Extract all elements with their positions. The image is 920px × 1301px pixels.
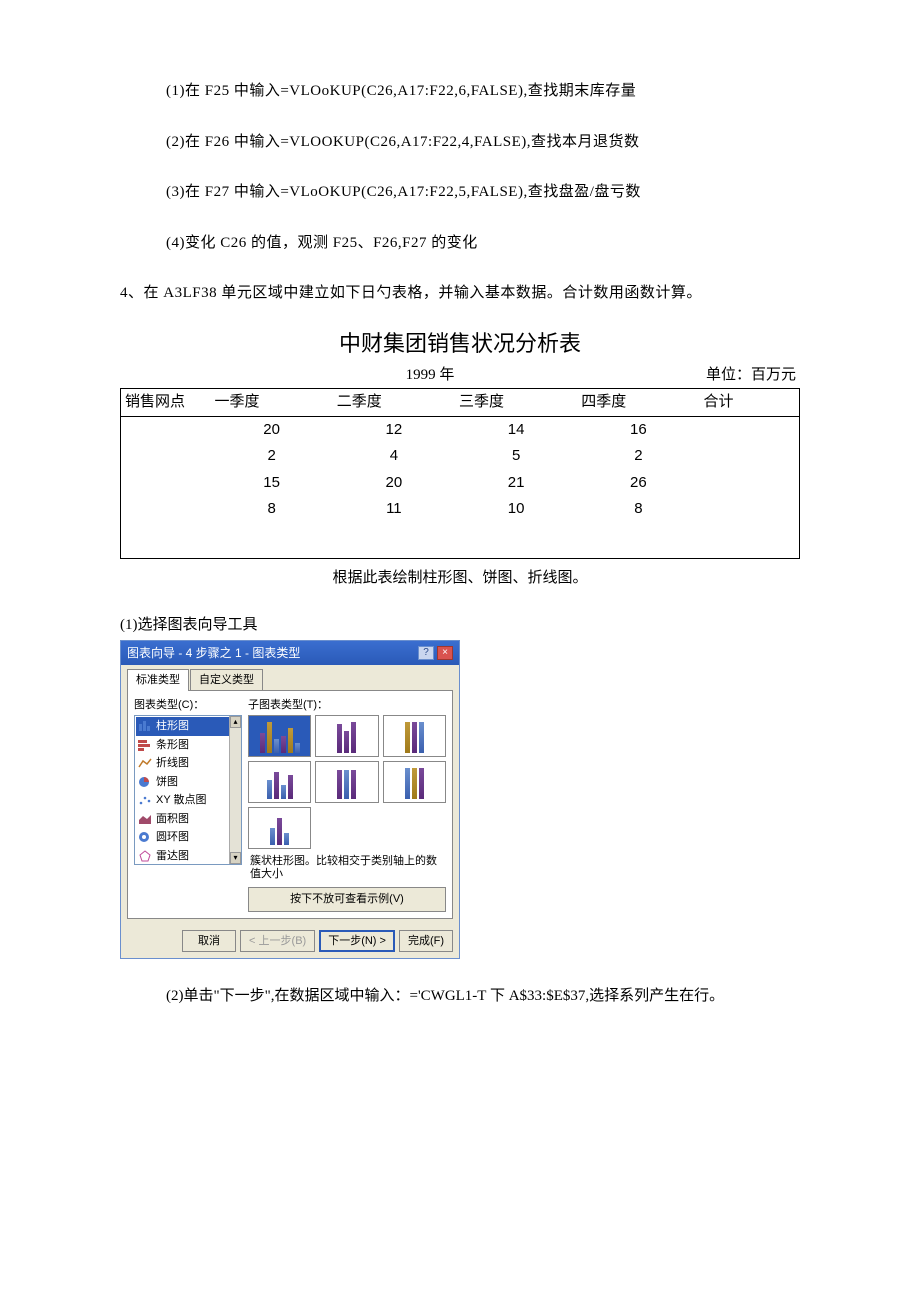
list-item-label: 饼图 xyxy=(156,774,178,791)
close-icon[interactable]: × xyxy=(437,646,453,660)
tab-standard-types[interactable]: 标准类型 xyxy=(127,669,189,691)
list-item-label: 柱形图 xyxy=(156,718,189,735)
cell: 20 xyxy=(211,416,333,443)
step2-text: (2)单击"下一步",在数据区域中输入：='CWGL1-T 下 A$33:$E$… xyxy=(166,985,800,1008)
finish-button[interactable]: 完成(F) xyxy=(399,930,453,953)
table-title: 中财集团销售状况分析表 xyxy=(120,327,800,360)
line-4: (4)变化 C26 的值，观测 F25、F26,F27 的变化 xyxy=(166,232,800,255)
subtype-thumb[interactable] xyxy=(248,807,311,849)
cell: 12 xyxy=(333,416,455,443)
list-item[interactable]: 面积图 xyxy=(136,810,240,829)
cell: 14 xyxy=(455,416,577,443)
table-caption: 根据此表绘制柱形图、饼图、折线图。 xyxy=(120,567,800,590)
list-item-label: XY 散点图 xyxy=(156,792,207,809)
list-item[interactable]: 条形图 xyxy=(136,736,240,755)
chart-type-label: 图表类型(C)： xyxy=(134,697,242,714)
list-item-label: 雷达图 xyxy=(156,848,189,865)
unit-label: 单位：百万元 xyxy=(660,364,800,387)
column-chart-icon xyxy=(138,720,152,732)
col-header-q4: 四季度 xyxy=(577,389,699,417)
scatter-chart-icon xyxy=(138,794,152,806)
scroll-down-icon[interactable]: ▾ xyxy=(230,852,241,864)
table-row xyxy=(121,523,800,537)
chart-wizard-dialog: 图表向导 - 4 步骤之 1 - 图表类型 ? × 标准类型 自定义类型 图表类… xyxy=(120,640,460,959)
table-header-row: 销售网点 一季度 二季度 三季度 四季度 合计 xyxy=(121,389,800,417)
table-row: 8 11 10 8 xyxy=(121,496,800,523)
cell: 16 xyxy=(577,416,699,443)
list-item-label: 面积图 xyxy=(156,811,189,828)
pie-chart-icon xyxy=(138,776,152,788)
dialog-titlebar: 图表向导 - 4 步骤之 1 - 图表类型 ? × xyxy=(121,641,459,665)
sales-table: 销售网点 一季度 二季度 三季度 四季度 合计 20 12 14 16 2 4 … xyxy=(120,388,800,559)
chart-type-listbox[interactable]: 柱形图 条形图 折线图 饼图 xyxy=(134,715,242,865)
line-3: (3)在 F27 中输入=VLoOKUP(C26,A17:F22,5,FALSE… xyxy=(166,181,800,204)
prev-button[interactable]: < 上一步(B) xyxy=(240,930,315,953)
list-item-label: 条形图 xyxy=(156,737,189,754)
col-header-total: 合计 xyxy=(700,389,800,417)
list-item[interactable]: 柱形图 xyxy=(136,717,240,736)
next-button[interactable]: 下一步(N) > xyxy=(319,930,395,953)
cell: 8 xyxy=(211,496,333,523)
cell: 20 xyxy=(333,470,455,497)
subtype-thumb[interactable] xyxy=(248,761,311,803)
cell: 10 xyxy=(455,496,577,523)
subtype-thumb[interactable] xyxy=(383,715,446,757)
step1-label: (1)选择图表向导工具 xyxy=(120,614,800,637)
cell: 21 xyxy=(455,470,577,497)
help-icon[interactable]: ? xyxy=(418,646,434,660)
cancel-button[interactable]: 取消 xyxy=(182,930,236,953)
subtype-label: 子图表类型(T)： xyxy=(248,697,446,714)
list-item[interactable]: 饼图 xyxy=(136,773,240,792)
list-item-label: 圆环图 xyxy=(156,829,189,846)
radar-chart-icon xyxy=(138,850,152,862)
col-header-q2: 二季度 xyxy=(333,389,455,417)
table-row: 20 12 14 16 xyxy=(121,416,800,443)
col-header-q3: 三季度 xyxy=(455,389,577,417)
table-row: 15 20 21 26 xyxy=(121,470,800,497)
list-item[interactable]: 雷达图 xyxy=(136,847,240,866)
line-2: (2)在 F26 中输入=VLOOKUP(C26,A17:F22,4,FALSE… xyxy=(166,131,800,154)
scrollbar[interactable]: ▴ ▾ xyxy=(229,716,241,864)
cell: 4 xyxy=(333,443,455,470)
col-header-outlet: 销售网点 xyxy=(121,389,211,417)
subtype-grid xyxy=(248,715,446,849)
bar-chart-icon xyxy=(138,739,152,751)
line-chart-icon xyxy=(138,757,152,769)
list-item[interactable]: 圆环图 xyxy=(136,828,240,847)
col-header-q1: 一季度 xyxy=(211,389,333,417)
subtype-description: 簇状柱形图。比较相交于类别轴上的数值大小 xyxy=(250,855,446,881)
cell: 2 xyxy=(577,443,699,470)
list-item-label: 折线图 xyxy=(156,755,189,772)
scroll-up-icon[interactable]: ▴ xyxy=(230,716,241,728)
tab-custom-types[interactable]: 自定义类型 xyxy=(190,669,263,691)
year-label: 1999 年 xyxy=(120,364,660,387)
list-item[interactable]: 折线图 xyxy=(136,754,240,773)
area-chart-icon xyxy=(138,813,152,825)
subtype-thumb[interactable] xyxy=(315,761,378,803)
list-item[interactable]: XY 散点图 xyxy=(136,791,240,810)
cell: 11 xyxy=(333,496,455,523)
table-row: 2 4 5 2 xyxy=(121,443,800,470)
cell: 15 xyxy=(211,470,333,497)
subtype-thumb[interactable] xyxy=(383,761,446,803)
cell: 2 xyxy=(211,443,333,470)
dialog-title: 图表向导 - 4 步骤之 1 - 图表类型 xyxy=(127,644,300,662)
cell: 26 xyxy=(577,470,699,497)
cell: 8 xyxy=(577,496,699,523)
doughnut-chart-icon xyxy=(138,831,152,843)
view-sample-button[interactable]: 按下不放可查看示例(V) xyxy=(248,887,446,912)
subtype-thumb[interactable] xyxy=(248,715,311,757)
cell: 5 xyxy=(455,443,577,470)
table-row xyxy=(121,537,800,559)
line-1: (1)在 F25 中输入=VLOoKUP(C26,A17:F22,6,FALSE… xyxy=(166,80,800,103)
line-5: 4、在 A3LF38 单元区域中建立如下日勺表格，并输入基本数据。合计数用函数计… xyxy=(120,282,800,305)
subtype-thumb[interactable] xyxy=(315,715,378,757)
